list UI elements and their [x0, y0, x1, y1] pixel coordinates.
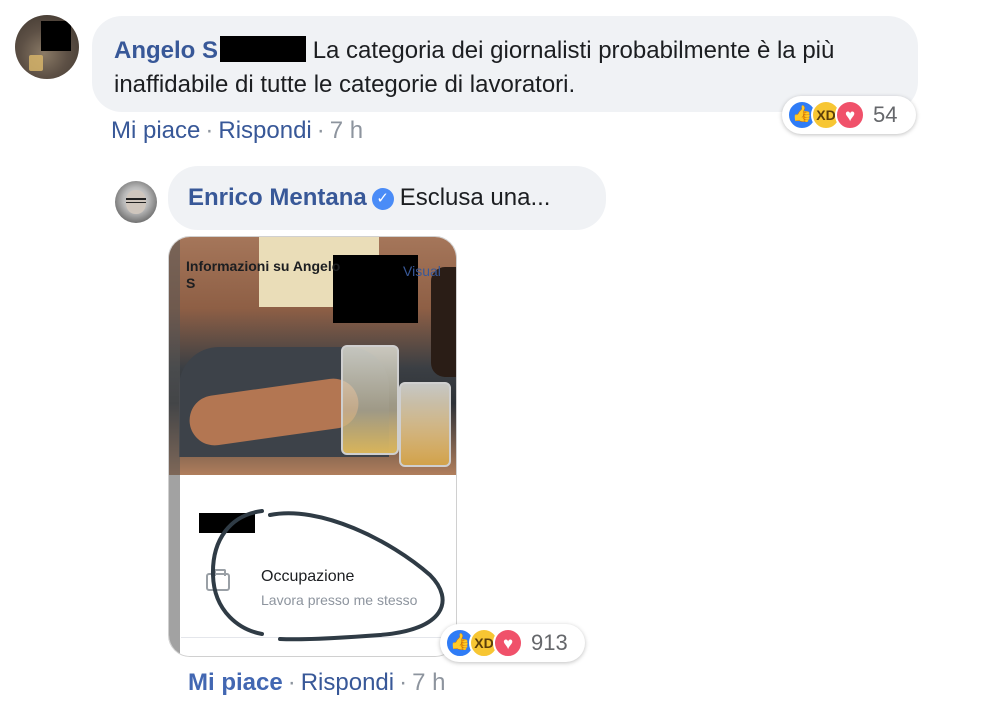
reply-text: Esclusa una...: [399, 184, 551, 211]
avatar-censor-box: [41, 21, 71, 51]
reply-author-avatar[interactable]: [115, 181, 157, 223]
separator-dot: ·: [205, 117, 214, 144]
card-divider: [181, 637, 456, 638]
timestamp[interactable]: 7 h: [330, 117, 363, 144]
timestamp[interactable]: 7 h: [412, 669, 445, 696]
reply-actions: Mi piace · Rispondi · 7 h: [188, 669, 445, 697]
like-link[interactable]: Mi piace: [111, 117, 200, 144]
separator-dot: ·: [316, 117, 325, 144]
reply-link[interactable]: Rispondi: [301, 669, 394, 696]
reaction-count: 54: [873, 102, 898, 127]
info-surname-redaction: [199, 513, 255, 533]
separator-dot: ·: [287, 669, 296, 696]
comment-reactions[interactable]: 👍 XD ♥ 54: [782, 96, 916, 134]
commenter-avatar[interactable]: [15, 15, 79, 79]
avatar-glass: [29, 55, 43, 71]
profile-info-card: [181, 475, 456, 656]
attached-screenshot[interactable]: Informazioni su Angelo S Visual Occupazi…: [168, 236, 457, 657]
comment-actions: Mi piace · Rispondi · 7 h: [111, 117, 363, 145]
view-link: Visual: [403, 263, 441, 279]
comment-author-link[interactable]: Angelo S: [114, 37, 218, 64]
verified-badge-icon: ✓: [371, 188, 394, 210]
beer-glass-icon: [341, 345, 399, 455]
beer-glass-icon: [399, 382, 451, 467]
reaction-count: 913: [531, 630, 568, 655]
reply-reactions[interactable]: 👍 XD ♥ 913: [440, 624, 585, 662]
love-icon: ♥: [493, 628, 523, 658]
info-title: Informazioni su Angelo S: [186, 258, 340, 292]
separator-dot: ·: [399, 669, 408, 696]
info-title-line1: Informazioni su Angelo: [186, 258, 341, 274]
occupation-label: Occupazione: [261, 568, 355, 585]
screenshot-edge-strip: [169, 237, 180, 656]
author-surname-redaction: [220, 36, 307, 62]
briefcase-icon: [206, 569, 230, 591]
avatar-glasses: [126, 198, 146, 203]
reply-link[interactable]: Rispondi: [218, 117, 311, 144]
occupation-value: Lavora presso me stesso: [261, 592, 418, 608]
reply-author-link[interactable]: Enrico Mentana: [188, 184, 367, 211]
like-link[interactable]: Mi piace: [188, 669, 283, 696]
reply-bubble: Enrico Mentana ✓ Esclusa una...: [168, 166, 606, 230]
info-title-line2: S: [186, 275, 196, 291]
photo-person-right: [431, 267, 456, 377]
love-icon: ♥: [835, 100, 865, 130]
